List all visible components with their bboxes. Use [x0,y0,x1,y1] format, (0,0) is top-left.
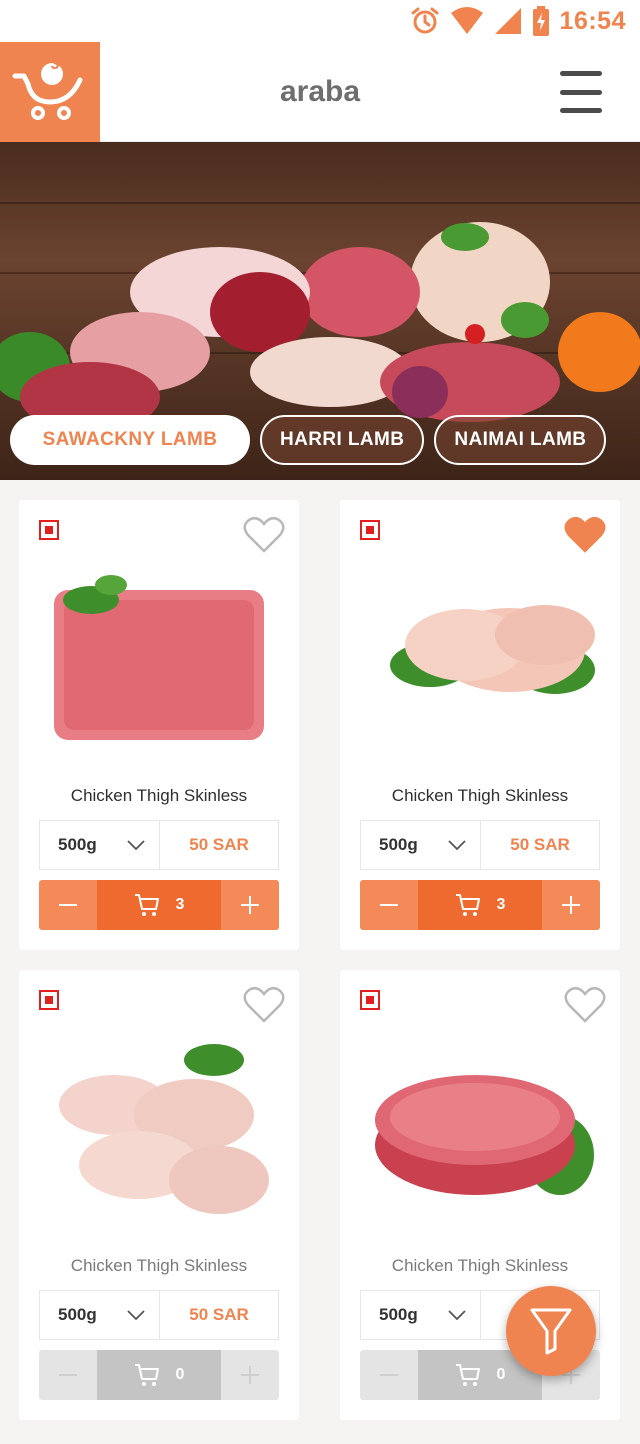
clock: 16:54 [559,6,626,35]
increase-button[interactable] [221,1350,279,1400]
decrease-button[interactable] [39,1350,97,1400]
product-price: 50 SAR [510,835,570,854]
plus-icon [241,896,259,914]
increase-button[interactable] [542,880,600,930]
product-image [390,605,595,694]
veg-mark-icon [39,990,59,1010]
signal-icon [494,8,521,34]
plus-icon [241,1366,259,1384]
favorite-heart-icon[interactable] [564,516,606,554]
menu-button[interactable] [560,71,602,113]
quantity-value: 3 [496,896,506,913]
product-image [375,1075,594,1195]
favorite-heart-icon[interactable] [243,516,285,554]
veg-mark-icon [39,520,59,540]
category-banner: SAWACKNY LAMB HARRI LAMB NAIMAI LAMB [0,142,640,480]
tab-naimai-lamb[interactable]: NAIMAI LAMB [434,415,607,465]
decrease-button[interactable] [360,880,418,930]
hamburger-menu-icon [560,71,602,76]
quantity-stepper: 3 [360,880,600,930]
product-card[interactable]: Chicken Thigh Skinless 500g 50 SAR 3 [19,500,299,950]
quantity-stepper: 0 [39,1350,279,1400]
weight-dropdown[interactable]: 500g [40,821,160,869]
product-name: Chicken Thigh Skinless [70,786,248,805]
product-options: 500g 50 SAR [39,1290,279,1340]
add-to-cart-button[interactable]: 3 [97,880,221,930]
chevron-down-icon [448,840,466,850]
product-image [54,575,264,740]
tab-sawackny-lamb[interactable]: SAWACKNY LAMB [10,415,250,465]
weight-value: 500g [379,1305,418,1324]
filter-button[interactable] [506,1286,596,1376]
tab-harri-lamb[interactable]: HARRI LAMB [260,415,425,465]
chevron-down-icon [127,840,145,850]
cart-icon [455,1364,480,1386]
veg-mark-icon [360,520,380,540]
minus-icon [59,1374,77,1376]
product-card[interactable]: Chicken Thigh Skinless 500g 50 SAR 3 [340,500,620,950]
decrease-button[interactable] [39,880,97,930]
add-to-cart-button[interactable]: 3 [418,880,542,930]
quantity-value: 3 [175,896,185,913]
weight-value: 500g [58,835,97,854]
quantity-value: 0 [496,1366,506,1383]
alarm-icon [411,7,439,34]
product-name: Chicken Thigh Skinless [391,1256,569,1275]
weight-dropdown[interactable]: 500g [40,1291,160,1339]
favorite-heart-icon[interactable] [243,986,285,1024]
plus-icon [562,896,580,914]
weight-value: 500g [58,1305,97,1324]
app-header: 3 araba [0,42,640,142]
minus-icon [380,904,398,906]
filter-icon [530,1308,572,1355]
favorite-heart-icon[interactable] [564,986,606,1024]
chevron-down-icon [127,1310,145,1320]
chevron-down-icon [448,1310,466,1320]
add-to-cart-button[interactable]: 0 [97,1350,221,1400]
product-price: 50 SAR [189,1305,249,1324]
quantity-stepper: 3 [39,880,279,930]
wifi-icon [450,7,483,34]
product-image [59,1044,269,1214]
product-options: 500g 50 SAR [360,820,600,870]
product-options: 500g 50 SAR [39,820,279,870]
minus-icon [59,904,77,906]
increase-button[interactable] [221,880,279,930]
weight-dropdown[interactable]: 500g [361,821,481,869]
product-name: Chicken Thigh Skinless [391,786,569,805]
battery-charging-icon [532,6,549,36]
product-name: Chicken Thigh Skinless [70,1256,248,1275]
veg-mark-icon [360,990,380,1010]
app-title: araba [279,75,361,108]
decrease-button[interactable] [360,1350,418,1400]
cart-count-badge: 3 [50,56,60,73]
quantity-value: 0 [175,1366,185,1383]
product-card[interactable]: Chicken Thigh Skinless 500g 50 SAR 0 [19,970,299,1420]
minus-icon [380,1374,398,1376]
weight-dropdown[interactable]: 500g [361,1291,481,1339]
cart-icon [134,1364,159,1386]
cart-icon [455,894,480,916]
cart-icon [134,894,159,916]
weight-value: 500g [379,835,418,854]
product-price: 50 SAR [189,835,249,854]
category-tabs: SAWACKNY LAMB HARRI LAMB NAIMAI LAMB [10,415,607,465]
status-bar: 16:54 [0,0,640,42]
